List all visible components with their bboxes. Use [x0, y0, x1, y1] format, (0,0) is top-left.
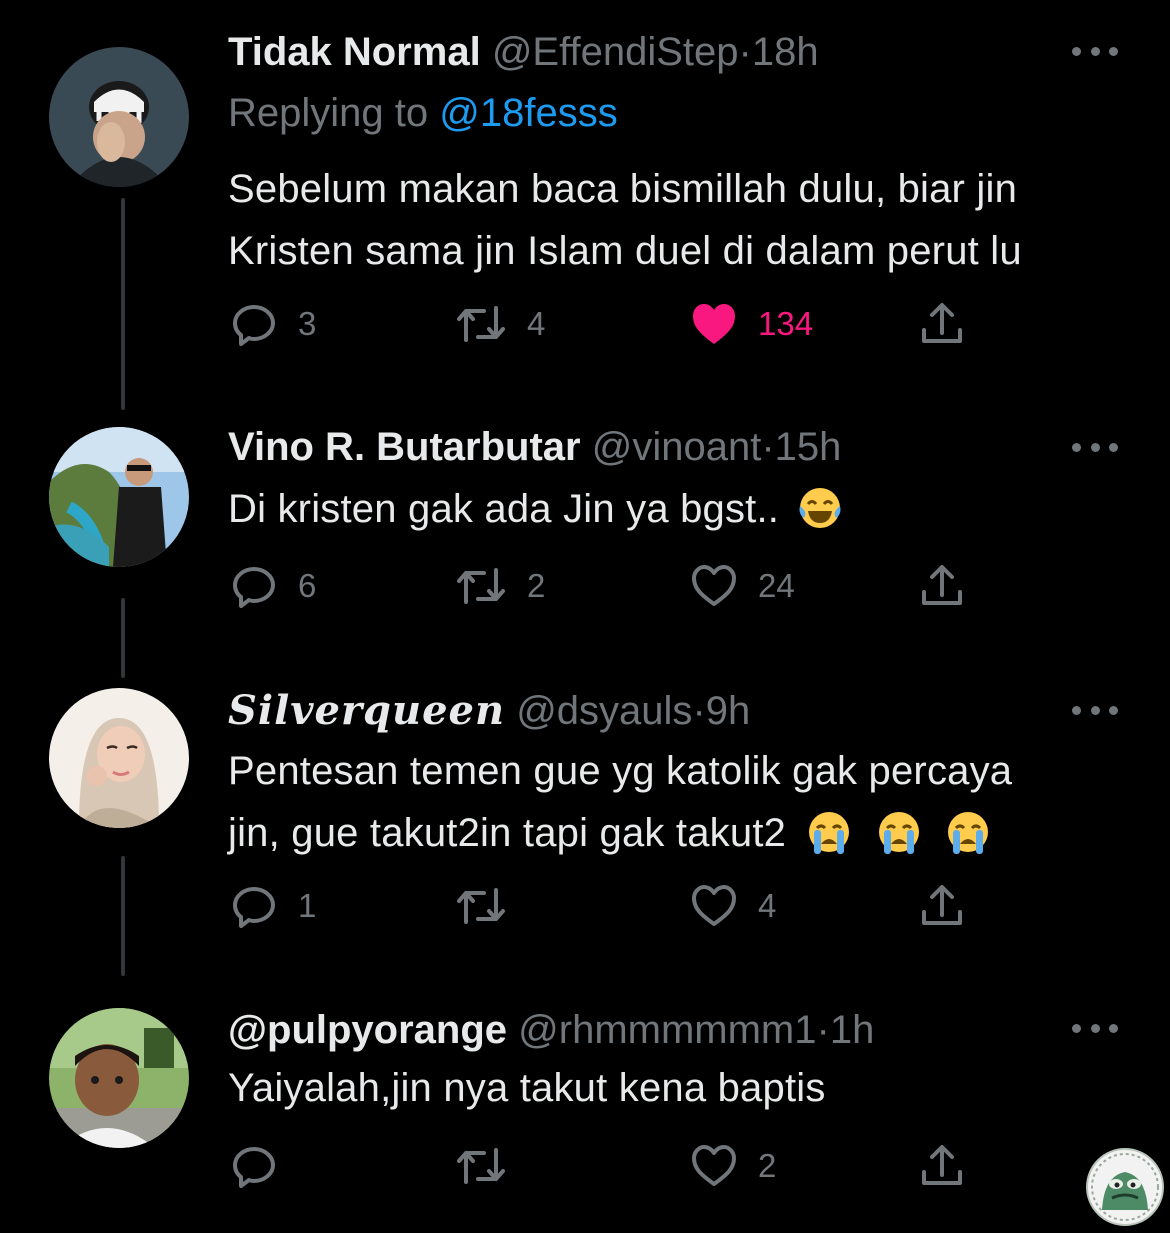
- retweet-button[interactable]: 4: [455, 294, 545, 354]
- text-line: Kristen sama jin Islam duel di dalam per…: [228, 229, 1022, 273]
- text-line: Pentesan temen gue yg katolik gak percay…: [228, 749, 1013, 793]
- reply-button[interactable]: 6: [230, 556, 316, 616]
- avatar[interactable]: [49, 688, 189, 828]
- display-name[interactable]: Silverqueen: [228, 687, 505, 734]
- share-button[interactable]: [918, 876, 966, 936]
- frog-mascot-icon: [1091, 1153, 1159, 1221]
- reply-icon: [233, 887, 275, 928]
- reply-icon: [233, 567, 275, 608]
- tweet-header: Silverqueen @dsyauls·9h: [228, 687, 750, 735]
- display-name[interactable]: Tidak Normal: [228, 30, 481, 74]
- reply-count: 1: [298, 887, 317, 924]
- timestamp[interactable]: 18h: [752, 30, 819, 74]
- like-count: 24: [758, 567, 795, 604]
- like-button[interactable]: 134: [690, 294, 813, 354]
- tweet-header: Tidak Normal @EffendiStep·18h: [228, 28, 819, 76]
- like-icon: [692, 885, 736, 926]
- action-bar: 1 4: [0, 876, 1170, 936]
- like-icon: [692, 565, 736, 606]
- tweet-text: Yaiyalah,jin nya takut kena baptis: [228, 1057, 1128, 1119]
- retweet-count: 4: [527, 305, 546, 342]
- tweet-text: Pentesan temen gue yg katolik gak percay…: [228, 740, 1128, 874]
- retweet-icon: [457, 568, 505, 604]
- reply-icon: [233, 305, 275, 346]
- timestamp[interactable]: 1h: [830, 1008, 875, 1052]
- tweet[interactable]: Silverqueen @dsyauls·9h Pentesan temen g…: [0, 680, 1170, 1000]
- retweet-button[interactable]: 2: [455, 556, 545, 616]
- avatar[interactable]: [49, 427, 189, 567]
- text-line: Yaiyalah,jin nya takut kena baptis: [228, 1066, 826, 1110]
- retweet-count: 2: [527, 567, 546, 604]
- tweet[interactable]: Tidak Normal @EffendiStep·18h Replying t…: [0, 0, 1170, 410]
- tweet-text: Di kristen gak ada Jin ya bgst..: [228, 478, 1128, 550]
- reply-button[interactable]: [230, 1136, 298, 1196]
- user-handle[interactable]: @rhmmmmmm1: [518, 1008, 816, 1052]
- share-button[interactable]: [918, 556, 966, 616]
- separator-dot: ·: [738, 30, 752, 74]
- like-count: 2: [758, 1147, 777, 1184]
- retweet-button[interactable]: [455, 876, 527, 936]
- retweet-icon: [457, 888, 505, 924]
- share-button[interactable]: [918, 1136, 966, 1196]
- text-line-part: jin, gue takut2in tapi gak takut2: [228, 811, 787, 855]
- retweet-icon: [457, 1148, 505, 1184]
- user-handle[interactable]: @EffendiStep: [492, 30, 739, 74]
- like-count: 4: [758, 887, 777, 924]
- replying-label: Replying to: [228, 91, 429, 135]
- separator-dot: ·: [692, 689, 706, 733]
- text-line: Sebelum makan baca bismillah dulu, biar …: [228, 167, 1018, 211]
- more-icon[interactable]: [1072, 441, 1118, 453]
- separator-dot: ·: [761, 425, 775, 469]
- avatar[interactable]: [49, 1008, 189, 1148]
- more-icon[interactable]: [1072, 1022, 1118, 1034]
- more-icon[interactable]: [1072, 704, 1118, 716]
- action-bar: 2: [0, 1136, 1170, 1196]
- watermark-badge: [1086, 1148, 1164, 1226]
- timestamp[interactable]: 9h: [706, 689, 751, 733]
- share-icon: [922, 885, 962, 925]
- tweet-text: Sebelum makan baca bismillah dulu, biar …: [228, 158, 1128, 282]
- retweet-icon: [457, 306, 505, 342]
- retweet-button[interactable]: [455, 1136, 527, 1196]
- reply-button[interactable]: 1: [230, 876, 316, 936]
- like-icon: [692, 1145, 736, 1186]
- share-icon: [922, 565, 962, 605]
- loudly-crying-face-emoji: [873, 808, 925, 874]
- more-icon[interactable]: [1072, 45, 1118, 57]
- replying-to: Replying to @18fesss: [228, 89, 618, 137]
- reply-count: 3: [298, 305, 317, 342]
- loudly-crying-face-emoji: [803, 808, 855, 874]
- like-count: 134: [758, 305, 814, 342]
- like-icon: [693, 304, 735, 344]
- reply-icon: [233, 1147, 275, 1188]
- face-with-tears-of-joy-emoji: [796, 484, 844, 550]
- loudly-crying-face-emoji: [942, 808, 994, 874]
- display-name[interactable]: @pulpyorange: [228, 1008, 507, 1052]
- action-bar: 6 2 24: [0, 556, 1170, 616]
- share-button[interactable]: [918, 294, 966, 354]
- reply-button[interactable]: 3: [230, 294, 316, 354]
- display-name[interactable]: Vino R. Butarbutar: [228, 425, 581, 469]
- replying-mention[interactable]: @18fesss: [439, 91, 617, 135]
- share-icon: [922, 1145, 962, 1185]
- user-handle[interactable]: @dsyauls: [516, 689, 692, 733]
- tweet-header: @pulpyorange @rhmmmmmm1·1h: [228, 1006, 874, 1054]
- like-button[interactable]: 24: [690, 556, 795, 616]
- tweet[interactable]: @pulpyorange @rhmmmmmm1·1h Yaiyalah,jin …: [0, 1000, 1170, 1233]
- reply-count: 6: [298, 567, 317, 604]
- separator-dot: ·: [816, 1008, 830, 1052]
- user-handle[interactable]: @vinoant: [592, 425, 762, 469]
- like-button[interactable]: 4: [690, 876, 776, 936]
- text-line: Di kristen gak ada Jin ya bgst..: [228, 487, 780, 531]
- tweet[interactable]: Vino R. Butarbutar @vinoant·15h Di krist…: [0, 400, 1170, 680]
- timestamp[interactable]: 15h: [775, 425, 842, 469]
- share-icon: [922, 303, 962, 343]
- action-bar: 3 4 134: [0, 294, 1170, 354]
- text-line: jin, gue takut2in tapi gak takut2: [228, 802, 1128, 874]
- like-button[interactable]: 2: [690, 1136, 776, 1196]
- tweet-header: Vino R. Butarbutar @vinoant·15h: [228, 423, 841, 471]
- avatar[interactable]: [49, 47, 189, 187]
